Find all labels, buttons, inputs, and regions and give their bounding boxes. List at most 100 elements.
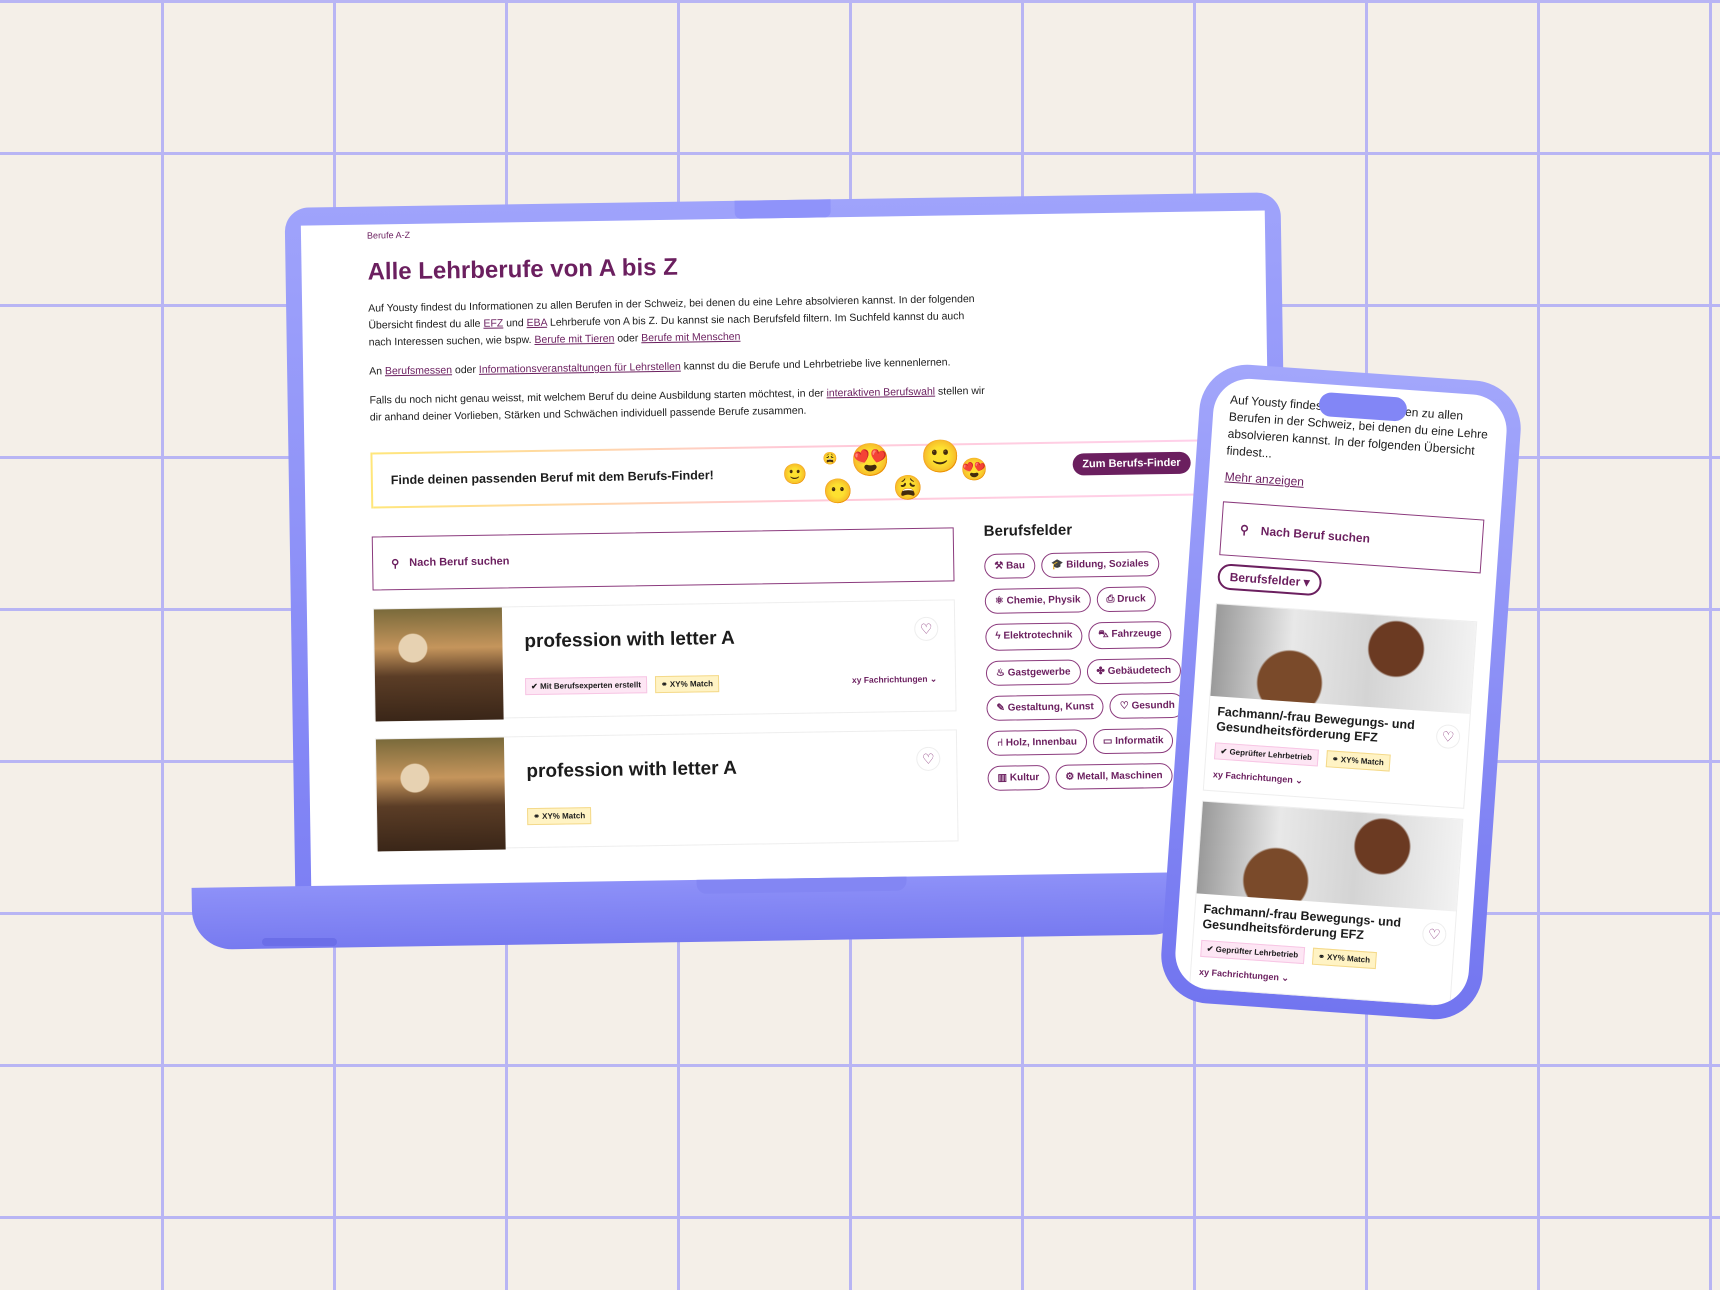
- match-badge: ⚭ XY% Match: [1311, 947, 1377, 970]
- laptop-screen: Berufe A-Z Alle Lehrberufe von A bis Z A…: [284, 192, 1292, 908]
- search-icon: ⚲: [1239, 522, 1250, 538]
- berufswahl-paragraph: Falls du noch nicht genau weisst, mit we…: [369, 383, 989, 427]
- smiley-emoji-icon: 🙂: [782, 463, 808, 487]
- match-label: XY% Match: [542, 811, 586, 821]
- phone-profession-card[interactable]: Fachmann/-frau Bewegungs- und Gesundheit…: [1202, 603, 1478, 809]
- verified-badge: ✔ Geprüfter Lehrbetrieb: [1200, 939, 1305, 965]
- books-icon: ▥: [997, 772, 1010, 784]
- berufsfeld-chip[interactable]: ♨ Gastgewerbe: [985, 659, 1081, 686]
- expert-badge-label: Mit Berufsexperten erstellt: [539, 680, 642, 691]
- berufsfeld-chip[interactable]: ♡ Gesundh: [1109, 692, 1186, 719]
- berufsfelder-dropdown[interactable]: Berufsfelder ▾: [1216, 563, 1323, 597]
- search-placeholder: Nach Beruf suchen: [409, 555, 510, 569]
- laptop-camera-notch: [734, 199, 831, 219]
- phone-profession-card[interactable]: Fachmann/-frau Bewegungs- und Gesundheit…: [1188, 800, 1464, 1007]
- berufsfeld-chip[interactable]: ϟ Elektrotechnik: [985, 622, 1083, 651]
- breadcrumb[interactable]: Berufe A-Z: [367, 216, 1265, 241]
- berufsfeld-label: Gebäudetech: [1107, 664, 1172, 677]
- berufsfeld-chip[interactable]: ⚒ Bau: [984, 553, 1036, 579]
- profession-title[interactable]: profession with letter A: [526, 758, 737, 783]
- berufsfeld-chip[interactable]: ✤ Gebäudetech: [1086, 657, 1182, 685]
- page-title: Alle Lehrberufe von A bis Z: [367, 253, 679, 286]
- verified-badge: ✔ Geprüfter Lehrbetrieb: [1213, 742, 1319, 767]
- emoji-icon: 😩: [892, 474, 924, 503]
- fachrichtungen-label: xy Fachrichtungen: [851, 673, 928, 686]
- dropdown-label: Berufsfelder: [1229, 569, 1301, 589]
- fachrichtungen-label: xy Fachrichtungen: [1212, 769, 1294, 785]
- hammer-icon: ⚒: [994, 560, 1007, 572]
- berufsfeld-chip[interactable]: ⚛ Chemie, Physik: [984, 587, 1091, 614]
- pot-icon: ♨: [995, 667, 1008, 679]
- heart-eyes-emoji-icon: 😍: [850, 441, 891, 479]
- chair-icon: ⑁: [996, 737, 1006, 749]
- link-infoveranstaltungen[interactable]: Informationsveranstaltungen für Lehrstel…: [479, 361, 681, 376]
- match-label: XY% Match: [1340, 755, 1385, 768]
- phone-device: Auf Yousty findest du Informationen zu a…: [1158, 361, 1524, 1023]
- link-berufe-tiere[interactable]: Berufe mit Tieren: [534, 333, 614, 346]
- berufsfeld-label: Metall, Maschinen: [1076, 770, 1163, 783]
- link-berufsmessen[interactable]: Berufsmessen: [385, 364, 452, 377]
- intro-paragraph: Auf Yousty findest du Informationen zu a…: [368, 291, 989, 352]
- berufsfeld-chip[interactable]: ⚙ Metall, Maschinen: [1055, 762, 1173, 790]
- match-label: XY% Match: [669, 679, 714, 689]
- chevron-down-icon: ⌄: [929, 673, 938, 684]
- banner-text: Finde deinen passenden Beruf mit dem Ber…: [390, 468, 714, 488]
- intro-text: oder: [614, 332, 642, 345]
- berufsfeld-chip[interactable]: ▥ Kultur: [987, 764, 1050, 791]
- berufs-finder-banner: Finde deinen passenden Beruf mit dem Ber…: [370, 438, 1202, 509]
- link-berufswahl[interactable]: interaktiven Berufswahl: [826, 386, 935, 400]
- gear-icon: ⚙: [1065, 771, 1078, 783]
- emoji-icon: 😶: [822, 477, 854, 506]
- chevron-down-icon: ⌄: [1294, 775, 1304, 786]
- berufs-finder-button[interactable]: Zum Berufs-Finder: [1072, 451, 1191, 476]
- chevron-down-icon: ⌄: [1281, 972, 1290, 984]
- berufsfeld-chip[interactable]: ✎ Gestaltung, Kunst: [986, 694, 1104, 721]
- berufsfeld-label: Informatik: [1115, 735, 1164, 747]
- berufsfeld-chip[interactable]: ⛍ Fahrzeuge: [1088, 620, 1172, 650]
- search-icon: ⚲: [391, 557, 400, 570]
- fachrichtungen-toggle[interactable]: xy Fachrichtungen ⌄: [852, 674, 937, 686]
- berufsfeld-label: Bildung, Soziales: [1066, 558, 1150, 571]
- berufsfeld-chip[interactable]: ⎙ Druck: [1096, 586, 1156, 613]
- link-efz[interactable]: EFZ: [483, 317, 503, 329]
- profession-card[interactable]: profession with letter A ♡ ⚭ XY% Match: [374, 729, 959, 852]
- favorite-heart-icon[interactable]: ♡: [916, 746, 941, 772]
- fachrichtungen-label: xy Fachrichtungen: [1198, 966, 1280, 983]
- berufsfeld-chip[interactable]: 🎓 Bildung, Soziales: [1040, 551, 1160, 579]
- atom-icon: ⚛: [994, 595, 1007, 607]
- berufsfeld-label: Elektrotechnik: [1003, 629, 1073, 642]
- heart-icon: ♡: [1119, 700, 1132, 712]
- graduation-cap-icon: 🎓: [1050, 559, 1067, 571]
- phone-search-input[interactable]: ⚲ Nach Beruf suchen: [1219, 501, 1485, 574]
- car-icon: ⛍: [1098, 628, 1112, 641]
- search-placeholder: Nach Beruf suchen: [1260, 524, 1371, 546]
- berufsfeld-label: Gestaltung, Kunst: [1007, 701, 1094, 714]
- search-input[interactable]: ⚲ Nach Beruf suchen: [371, 527, 955, 591]
- caret-down-icon: ▾: [1303, 575, 1311, 590]
- smiley-emoji-icon: 🙂: [920, 438, 961, 475]
- profession-photo: [375, 737, 506, 852]
- berufsfeld-label: Bau: [1005, 560, 1026, 572]
- link-eba[interactable]: EBA: [526, 317, 547, 329]
- berufsfeld-label: Gesundh: [1131, 699, 1175, 712]
- expert-badge: ✔ Mit Berufsexperten erstellt: [524, 676, 648, 696]
- profession-card[interactable]: profession with letter A ♡ ✔ Mit Berufse…: [372, 599, 957, 722]
- berufsfeld-chip[interactable]: ⑁ Holz, Innenbau: [986, 729, 1088, 756]
- events-text: An: [369, 365, 386, 378]
- verified-label: Geprüfter Lehrbetrieb: [1229, 747, 1313, 763]
- events-text: kannst du die Berufe und Lehrbetriebe li…: [680, 356, 951, 373]
- events-text: oder: [451, 363, 479, 377]
- berufsfeld-label: Fahrzeuge: [1111, 628, 1162, 640]
- lightning-icon: ϟ: [995, 630, 1004, 642]
- phone-webpage: Auf Yousty findest du Informationen zu a…: [1173, 376, 1509, 1008]
- link-berufe-menschen[interactable]: Berufe mit Menschen: [641, 331, 740, 345]
- favorite-heart-icon[interactable]: ♡: [914, 616, 939, 642]
- berufsfeld-label: Druck: [1117, 593, 1146, 605]
- berufsfeld-label: Chemie, Physik: [1006, 594, 1081, 607]
- laptop-webpage: Berufe A-Z Alle Lehrberufe von A bis Z A…: [300, 210, 1276, 888]
- berufsfeld-chip[interactable]: ▭ Informatik: [1092, 727, 1174, 755]
- brush-icon: ✎: [996, 702, 1008, 714]
- profession-title[interactable]: profession with letter A: [524, 628, 735, 653]
- berufswahl-text: Falls du noch nicht genau weisst, mit we…: [369, 387, 827, 407]
- printer-icon: ⎙: [1106, 593, 1118, 606]
